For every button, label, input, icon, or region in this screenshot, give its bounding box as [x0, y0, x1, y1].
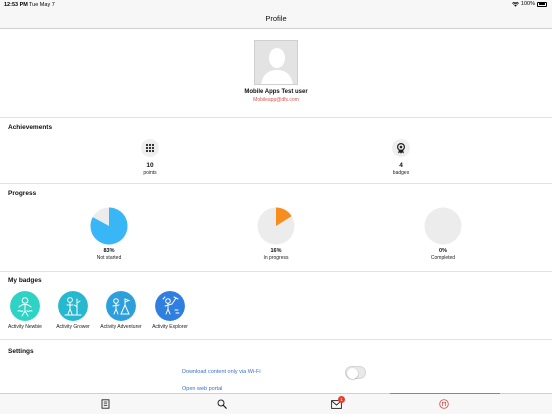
wifi-icon	[511, 1, 519, 7]
battery-icon	[537, 1, 547, 7]
person-placeholder-icon	[255, 41, 297, 84]
status-bar: 12:53 PM Tue May 7 100%	[0, 0, 552, 9]
points-label: points	[143, 170, 157, 176]
search-icon	[217, 399, 227, 409]
wifi-download-toggle[interactable]	[345, 366, 366, 379]
in-progress-pie	[257, 207, 295, 245]
battery-percent: 100%	[520, 1, 535, 7]
notification-badge: 1	[338, 396, 345, 403]
user-email: Mobileapp@dfs.com	[253, 97, 299, 103]
book-icon	[101, 399, 109, 409]
divider	[0, 183, 552, 184]
nav-bar: Profile	[0, 9, 552, 29]
badge-grower-label: Activity Grower	[56, 324, 90, 330]
achievements-title: Achievements	[8, 124, 53, 131]
badges-label: badges	[392, 170, 410, 176]
status-date: Tue May 7	[29, 1, 55, 8]
tab-search[interactable]	[216, 398, 228, 410]
completed-label: Completed	[430, 255, 456, 261]
completed-pie	[424, 207, 462, 245]
page-title: Profile	[265, 14, 287, 23]
user-name: Mobile Apps Test user	[244, 89, 308, 95]
progress-title: Progress	[8, 190, 37, 197]
points-value: 10	[146, 162, 154, 169]
award-icon	[392, 139, 410, 157]
active-tab-indicator	[390, 392, 500, 394]
not-started-label: Not started	[96, 255, 122, 261]
badge-explorer-label: Activity Explorer	[152, 324, 188, 330]
in-progress-value: 16%	[270, 248, 282, 254]
tab-profile[interactable]	[438, 398, 450, 410]
divider	[0, 339, 552, 340]
avatar[interactable]	[254, 40, 298, 85]
grid-icon	[141, 139, 159, 157]
open-web-portal-link[interactable]: Open web portal	[182, 386, 222, 392]
badge-adventurer[interactable]	[106, 291, 136, 321]
in-progress-label: In progress	[263, 255, 289, 261]
profile-icon	[439, 399, 449, 409]
my-badges-title: My badges	[8, 277, 42, 284]
badge-adventurer-label: Activity Adventurer	[100, 324, 142, 330]
not-started-value: 83%	[103, 248, 115, 254]
badges-value: 4	[399, 162, 403, 169]
badge-explorer[interactable]	[155, 291, 185, 321]
toggle-knob	[346, 367, 358, 379]
divider	[0, 271, 552, 272]
status-time: 12:53 PM	[4, 1, 28, 8]
status-right: 100%	[511, 1, 547, 7]
badge-grower[interactable]	[58, 291, 88, 321]
settings-title: Settings	[8, 348, 34, 355]
completed-value: 0%	[439, 248, 447, 254]
tab-library[interactable]	[99, 398, 111, 410]
tab-bar	[0, 393, 552, 414]
not-started-pie	[90, 207, 128, 245]
divider	[0, 117, 552, 118]
badge-newbie-label: Activity Newbie	[8, 324, 42, 330]
badge-newbie[interactable]	[10, 291, 40, 321]
wifi-download-label: Download content only via Wi-Fi	[182, 369, 261, 375]
